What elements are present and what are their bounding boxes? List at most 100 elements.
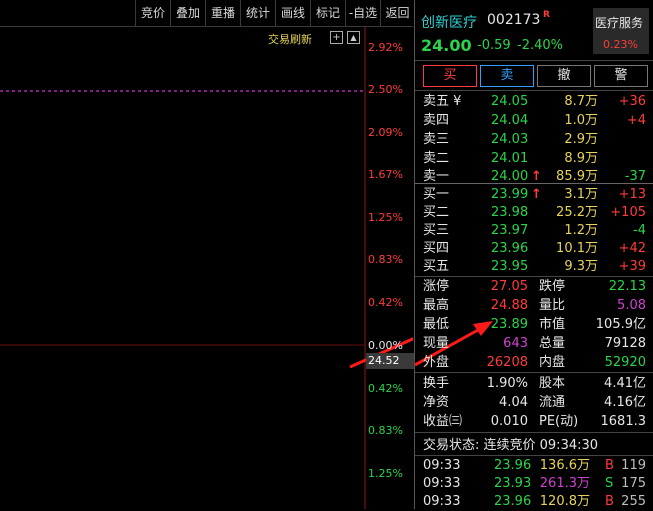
stock-name: 创新医疗: [421, 15, 477, 31]
overlay-button[interactable]: 叠加: [170, 0, 205, 26]
share-capital-value: 4.41亿: [604, 376, 646, 391]
bid-row[interactable]: 买三 23.97 1.2万 -4: [415, 221, 653, 240]
ask-price: 24.04: [491, 113, 529, 128]
divider: [415, 432, 653, 433]
pct-label: 0.42%: [368, 382, 403, 395]
total-volume-value: 79128: [604, 336, 646, 351]
ask-label: 卖五 ¥: [423, 94, 462, 109]
watchlist-button[interactable]: -自选: [345, 0, 380, 26]
alert-button[interactable]: 警: [594, 65, 648, 87]
sell-button[interactable]: 卖: [480, 65, 534, 87]
ask-price: 24.03: [491, 132, 529, 147]
inner-volume-value: 52920: [604, 355, 646, 370]
ask-price: 24.05: [491, 94, 529, 109]
bid-delta: +105: [610, 205, 646, 220]
draw-line-button[interactable]: 画线: [275, 0, 310, 26]
bid-price: 23.99: [491, 187, 529, 202]
auction-button[interactable]: 竞价: [135, 0, 170, 26]
trade-status: 交易状态: 连续竞价 09:34:30: [415, 436, 653, 455]
ask-label: 卖四: [423, 113, 450, 128]
tick-volume: 261.3万: [539, 476, 590, 491]
stat-label: 总量: [539, 336, 566, 351]
limit-up-value: 27.05: [490, 279, 528, 294]
bid-label: 买二: [423, 205, 450, 220]
ask-label: 卖二: [423, 151, 450, 166]
back-button[interactable]: 返回: [380, 0, 414, 26]
tick-row[interactable]: 09:33 23.96 136.6万 B 119: [415, 456, 653, 475]
stats-row: 外盘 26208 内盘 52920: [415, 353, 653, 372]
cancel-button[interactable]: 撤: [537, 65, 591, 87]
volume-ratio-value: 5.08: [617, 298, 646, 313]
ask-delta: +36: [618, 94, 646, 109]
pe-value: 1681.3: [600, 414, 647, 429]
bid-delta: -4: [633, 223, 646, 238]
sector-name: 医疗服务: [595, 16, 644, 30]
market-cap-value: 105.9亿: [595, 317, 646, 332]
stat-label: 最低: [423, 317, 450, 332]
bid-row[interactable]: 买二 23.98 25.2万 +105: [415, 203, 653, 222]
tick-time: 09:33: [423, 494, 461, 509]
tick-row[interactable]: 09:33 23.93 261.3万 S 175: [415, 474, 653, 493]
tick-volume: 120.8万: [539, 494, 590, 509]
pct-label: 2.09%: [368, 126, 403, 139]
statistics-button[interactable]: 统计: [240, 0, 275, 26]
ask-price: 24.01: [491, 151, 529, 166]
limit-down-value: 22.13: [608, 279, 646, 294]
divider: [415, 90, 653, 91]
replay-button[interactable]: 重播: [205, 0, 240, 26]
turnover-value: 1.90%: [486, 376, 528, 391]
bid-price: 23.98: [491, 205, 529, 220]
price-tag: 24.52: [366, 353, 414, 369]
mark-button[interactable]: 标记: [310, 0, 345, 26]
quote-panel: 创新医疗 002173 R 24.00 -0.59 -2.40% 医疗服务 0.…: [414, 0, 653, 509]
stat-label: 收益㈢: [423, 414, 463, 429]
stat-label: 内盘: [539, 355, 566, 370]
ask-row[interactable]: 卖二 24.01 8.9万: [415, 149, 653, 168]
bid-volume: 10.1万: [556, 241, 598, 256]
collapse-icon[interactable]: ▲: [347, 31, 360, 44]
up-arrow-icon: ↑: [531, 187, 542, 202]
stats-row: 现量 643 总量 79128: [415, 334, 653, 353]
pct-label: 2.50%: [368, 83, 403, 96]
trade-status-text: 交易状态: 连续竞价 09:34:30: [423, 438, 599, 453]
ask-delta: +4: [626, 113, 646, 128]
tick-row[interactable]: 09:33 23.96 120.8万 B 255: [415, 492, 653, 511]
stats-row: 最低 23.89 市值 105.9亿: [415, 315, 653, 334]
tick-price: 23.96: [494, 458, 532, 473]
tick-side: B: [605, 458, 614, 473]
pct-label: 0.42%: [368, 296, 403, 309]
pct-label: 0.83%: [368, 424, 403, 437]
divider: [415, 60, 653, 61]
ask-row[interactable]: 卖五 ¥ 24.05 8.7万 +36: [415, 92, 653, 111]
ask-row[interactable]: 卖四 24.04 1.0万 +4: [415, 111, 653, 130]
divider: [415, 183, 653, 184]
stat-label: 现量: [423, 336, 450, 351]
pct-label: 0.83%: [368, 253, 403, 266]
ask-volume: 1.0万: [564, 113, 598, 128]
bid-label: 买三: [423, 223, 450, 238]
stats-row: 最高 24.88 量比 5.08: [415, 296, 653, 315]
current-volume-value: 643: [503, 336, 528, 351]
stock-flag: R: [543, 10, 550, 20]
stats-row: 换手 1.90% 股本 4.41亿: [415, 374, 653, 393]
last-price: 24.00: [421, 36, 472, 55]
buy-button[interactable]: 买: [423, 65, 477, 87]
bid-row[interactable]: 买四 23.96 10.1万 +42: [415, 239, 653, 258]
sector-box[interactable]: 医疗服务 0.23%: [593, 8, 649, 54]
bid-price: 23.96: [491, 241, 529, 256]
expand-icon[interactable]: +: [330, 31, 343, 44]
divider: [415, 372, 653, 373]
ask-row[interactable]: 卖三 24.03 2.9万: [415, 130, 653, 149]
pct-label: 1.25%: [368, 467, 403, 480]
bid-label: 买四: [423, 241, 450, 256]
bid-volume: 9.3万: [564, 259, 598, 274]
bid-row[interactable]: 买五 23.95 9.3万 +39: [415, 257, 653, 276]
bid-volume: 3.1万: [564, 187, 598, 202]
bid-row[interactable]: 买一 23.99 ↑ 3.1万 +13: [415, 185, 653, 204]
ask-label: 卖三: [423, 132, 450, 147]
tick-count: 119: [621, 458, 646, 473]
stats-row: 净资 4.04 流通 4.16亿: [415, 393, 653, 412]
intraday-chart[interactable]: 交易刷新 + ▲ 2.92% 2.50% 2.09% 1.67% 1.25% 0…: [0, 27, 414, 509]
price-change-pct: -2.40%: [517, 38, 563, 53]
bid-volume: 1.2万: [564, 223, 598, 238]
